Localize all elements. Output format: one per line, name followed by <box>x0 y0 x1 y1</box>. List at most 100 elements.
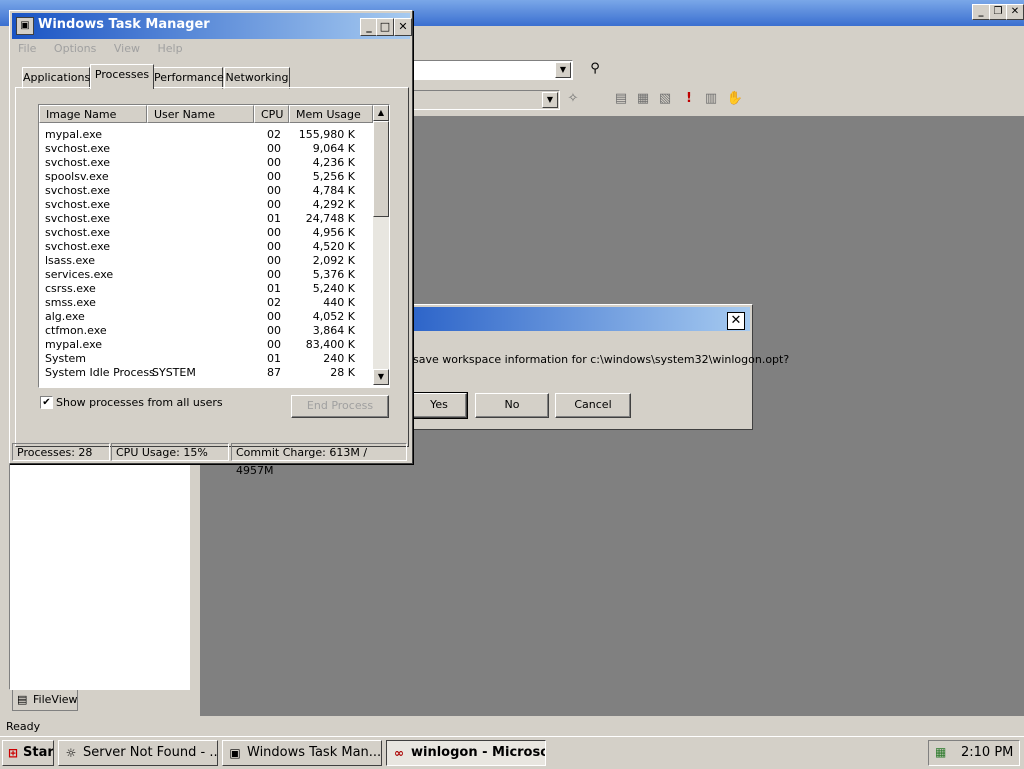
stop-build-icon[interactable]: ▧ <box>656 90 674 108</box>
task-manager-window: ▣ Windows Task Manager _ □ ✕ File Option… <box>9 10 413 477</box>
process-cpu: 00 <box>267 198 281 211</box>
build-icon[interactable]: ▦ <box>634 90 652 108</box>
close-icon[interactable]: ✕ <box>1006 4 1024 20</box>
scroll-thumb[interactable] <box>373 121 389 217</box>
status-cpu: CPU Usage: 15% <box>111 443 229 461</box>
scroll-down-icon[interactable]: ▼ <box>373 369 389 385</box>
chevron-down-icon[interactable]: ▼ <box>542 92 558 108</box>
process-name: svchost.exe <box>45 212 111 225</box>
dialog-titlebar: ✕ <box>403 307 750 331</box>
process-cpu: 01 <box>267 352 281 365</box>
taskbar: ⊞ Start ☼ Server Not Found - ... ▣ Windo… <box>0 736 1024 769</box>
process-name: svchost.exe <box>45 198 111 211</box>
table-row[interactable]: alg.exe 00 4,052 K <box>39 310 371 324</box>
process-mem: 4,784 K <box>312 184 355 197</box>
taskbar-item-winlogon[interactable]: ∞ winlogon - Microso... <box>386 740 546 766</box>
config-combo[interactable]: ▼ <box>410 90 560 110</box>
process-list[interactable]: Image Name User Name CPU Mem Usage mypal… <box>38 104 390 388</box>
restore-icon[interactable]: ❐ <box>989 4 1007 20</box>
menu-file[interactable]: File <box>18 42 36 55</box>
chevron-down-icon[interactable]: ▼ <box>555 62 571 78</box>
minimize-icon[interactable]: _ <box>972 4 990 20</box>
table-row[interactable]: svchost.exe 00 9,064 K <box>39 142 371 156</box>
compile-icon[interactable]: ▤ <box>612 90 630 108</box>
table-row[interactable]: mypal.exe 00 83,400 K <box>39 338 371 352</box>
taskbar-item-label: winlogon - Microso... <box>411 745 545 760</box>
tab-applications[interactable]: Applications <box>22 67 90 89</box>
end-process-button[interactable]: End Process <box>291 395 389 418</box>
process-user: SYSTEM <box>152 366 196 379</box>
process-name: svchost.exe <box>45 226 111 239</box>
cancel-button[interactable]: Cancel <box>555 393 631 418</box>
network-icon[interactable]: ▦ <box>935 745 946 759</box>
execute-icon[interactable]: ! <box>680 90 698 108</box>
scroll-up-icon[interactable]: ▲ <box>373 105 389 121</box>
taskbar-item-server-not-found[interactable]: ☼ Server Not Found - ... <box>58 740 218 766</box>
task-manager-statusbar: Processes: 28 CPU Usage: 15% Commit Char… <box>10 441 412 477</box>
task-manager-titlebar: ▣ Windows Task Manager _ □ ✕ <box>12 13 412 39</box>
process-cpu: 00 <box>267 338 281 351</box>
column-cpu[interactable]: CPU <box>254 105 289 123</box>
column-user-name[interactable]: User Name <box>147 105 254 123</box>
table-row[interactable]: svchost.exe 01 24,748 K <box>39 212 371 226</box>
process-cpu: 00 <box>267 240 281 253</box>
process-cpu: 00 <box>267 254 281 267</box>
window-title: Windows Task Manager <box>38 17 210 32</box>
table-row[interactable]: svchost.exe 00 4,292 K <box>39 198 371 212</box>
column-mem-usage[interactable]: Mem Usage <box>289 105 373 123</box>
yes-button[interactable]: Yes <box>410 392 468 419</box>
status-commit: Commit Charge: 613M / 4957M <box>231 443 407 477</box>
wizard-icon[interactable]: ✧ <box>564 90 582 108</box>
taskbar-item-label: Server Not Found - ... <box>83 745 218 760</box>
table-row[interactable]: svchost.exe 00 4,956 K <box>39 226 371 240</box>
process-cpu: 00 <box>267 170 281 183</box>
process-mem: 9,064 K <box>312 142 355 155</box>
tab-fileview[interactable]: ▤ FileView <box>12 690 78 711</box>
table-row[interactable]: spoolsv.exe 00 5,256 K <box>39 170 371 184</box>
process-cpu: 00 <box>267 156 281 169</box>
breakpoint-icon[interactable]: ✋ <box>726 90 744 108</box>
workspace-pane <box>9 452 190 690</box>
close-icon[interactable]: ✕ <box>394 18 412 36</box>
maximize-icon[interactable]: □ <box>376 18 394 36</box>
table-row[interactable]: mypal.exe 02 155,980 K <box>39 128 371 142</box>
tab-processes[interactable]: Processes <box>90 64 154 89</box>
menu-view[interactable]: View <box>114 42 140 55</box>
tab-performance[interactable]: Performance <box>153 67 224 89</box>
table-row[interactable]: services.exe 00 5,376 K <box>39 268 371 282</box>
table-row[interactable]: System Idle Process SYSTEM 87 28 K <box>39 366 371 380</box>
table-row[interactable]: csrss.exe 01 5,240 K <box>39 282 371 296</box>
vertical-scrollbar[interactable]: ▲ ▼ <box>373 105 389 385</box>
column-image-name[interactable]: Image Name <box>39 105 147 123</box>
table-row[interactable]: System 01 240 K <box>39 352 371 366</box>
process-cpu: 00 <box>267 184 281 197</box>
taskbar-item-task-manager[interactable]: ▣ Windows Task Man... <box>222 740 382 766</box>
table-row[interactable]: svchost.exe 00 4,784 K <box>39 184 371 198</box>
process-cpu: 00 <box>267 268 281 281</box>
table-row[interactable]: ctfmon.exe 00 3,864 K <box>39 324 371 338</box>
process-mem: 3,864 K <box>312 324 355 337</box>
close-icon[interactable]: ✕ <box>727 312 745 330</box>
table-row[interactable]: lsass.exe 00 2,092 K <box>39 254 371 268</box>
system-tray: ▦ 2:10 PM <box>928 740 1020 766</box>
table-row[interactable]: svchost.exe 00 4,236 K <box>39 156 371 170</box>
go-icon[interactable]: ▥ <box>702 90 720 108</box>
tab-networking[interactable]: Networking <box>224 67 290 89</box>
process-mem: 440 K <box>323 296 355 309</box>
process-cpu: 01 <box>267 212 281 225</box>
menu-help[interactable]: Help <box>157 42 182 55</box>
process-cpu: 02 <box>267 128 281 141</box>
process-name: mypal.exe <box>45 338 103 351</box>
no-button[interactable]: No <box>475 393 549 418</box>
table-row[interactable]: svchost.exe 00 4,520 K <box>39 240 371 254</box>
binoculars-icon[interactable]: ⚲ <box>586 60 604 78</box>
start-button[interactable]: ⊞ Start <box>2 740 54 766</box>
start-label: Start <box>23 745 54 760</box>
menu-options[interactable]: Options <box>54 42 96 55</box>
find-combo[interactable]: ▼ <box>410 60 573 80</box>
table-row[interactable]: smss.exe 02 440 K <box>39 296 371 310</box>
process-mem: 5,376 K <box>312 268 355 281</box>
show-all-checkbox[interactable]: ✔ <box>40 396 53 409</box>
check-icon: ✔ <box>42 397 51 408</box>
task-manager-menubar: File Options View Help <box>18 42 197 55</box>
